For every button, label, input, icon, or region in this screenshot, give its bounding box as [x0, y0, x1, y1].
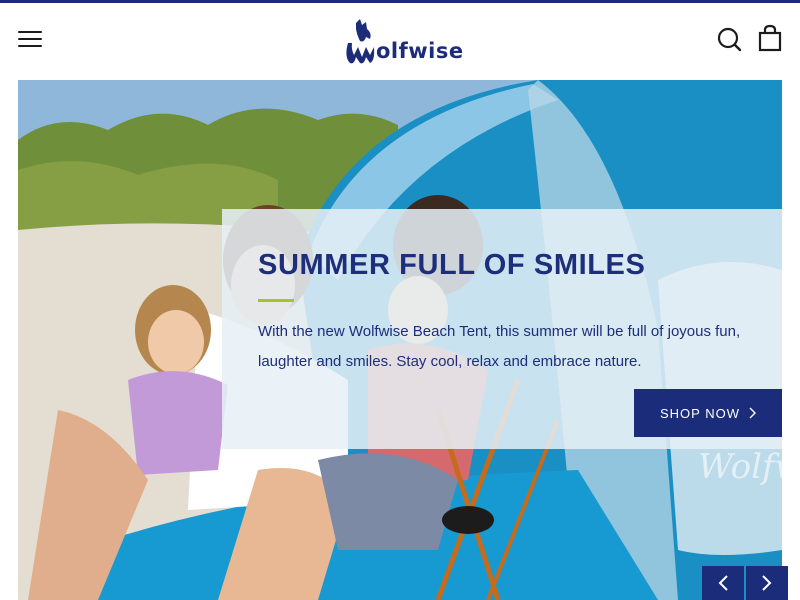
slider-next-button[interactable] [746, 566, 788, 600]
shop-now-label: SHOP NOW [660, 405, 740, 421]
menu-icon-bar-middle [18, 38, 42, 40]
cart-button[interactable] [754, 23, 786, 55]
hero-description: With the new Wolfwise Beach Tent, this s… [258, 323, 741, 370]
site-header: olfwise [0, 3, 800, 80]
search-icon [717, 27, 742, 52]
menu-button[interactable] [12, 23, 48, 55]
menu-icon-bar-top [18, 31, 42, 33]
title-underline-divider [258, 299, 294, 302]
chevron-right-icon [749, 407, 756, 419]
slider-prev-button[interactable] [702, 566, 744, 600]
brand-logo[interactable]: olfwise [342, 17, 464, 67]
shop-now-button[interactable]: SHOP NOW [634, 389, 782, 437]
menu-icon-bar-bottom [18, 45, 42, 47]
brand-name-text: olfwise [376, 39, 464, 63]
tent-brand-text: Wolfw [698, 447, 782, 487]
chevron-right-icon [762, 575, 772, 591]
hero-title: SUMMER FULL OF SMILES [258, 249, 646, 281]
search-button[interactable] [713, 23, 745, 55]
chevron-left-icon [718, 575, 728, 591]
cart-icon [758, 24, 782, 52]
